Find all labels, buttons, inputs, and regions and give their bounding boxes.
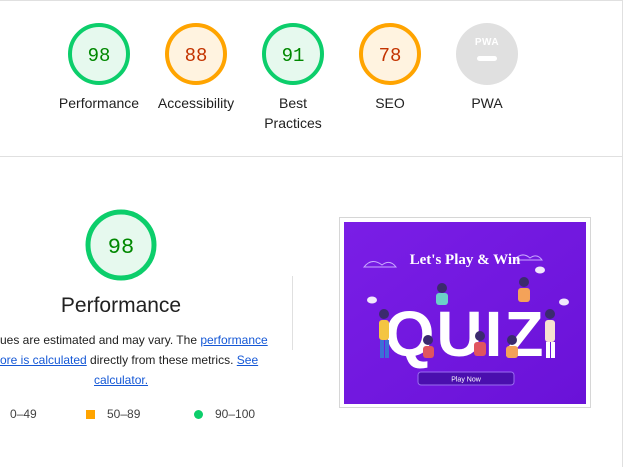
- gauge-best-practices-label-line1: Best: [278, 95, 307, 111]
- legend-fail: 0–49: [10, 407, 37, 421]
- play-now-label: Play Now: [451, 377, 482, 384]
- gauge-best-practices[interactable]: 91 Best Practices: [243, 21, 343, 133]
- legend-pass: 90–100: [194, 407, 255, 421]
- vertical-divider: [292, 276, 293, 350]
- gauge-performance[interactable]: 98 Performance: [49, 21, 149, 113]
- gauge-best-practices-score: 91: [282, 45, 305, 67]
- top-border: [0, 0, 623, 1]
- gauge-seo-ring: 78: [359, 23, 421, 85]
- gauge-best-practices-label: Best Practices: [243, 93, 343, 133]
- gauge-accessibility-score: 88: [185, 45, 208, 67]
- gauge-accessibility[interactable]: 88 Accessibility: [146, 21, 246, 113]
- see-calculator-link[interactable]: See: [237, 353, 258, 367]
- gauge-pwa[interactable]: PWA PWA: [437, 21, 537, 113]
- gauge-performance-label: Performance: [58, 95, 140, 111]
- desc-text-2: directly from these metrics.: [86, 353, 237, 367]
- gauge-seo[interactable]: 78 SEO: [340, 21, 440, 113]
- performance-big-gauge: 98: [85, 209, 157, 281]
- quiz-screenshot-image: Let's Play & Win QUIZ Play Now: [344, 222, 586, 404]
- average-square-icon: [86, 409, 95, 419]
- quiz-word: QUIZ: [385, 298, 546, 370]
- gauge-pwa-label: PWA: [471, 95, 503, 111]
- performance-big-score: 98: [108, 235, 134, 260]
- gauge-performance-score: 98: [88, 45, 111, 67]
- quiz-headline: Let's Play & Win: [410, 252, 521, 268]
- performance-title: Performance: [60, 294, 182, 317]
- legend-average-label: 50–89: [107, 407, 141, 421]
- calculator-link[interactable]: calculator.: [94, 373, 148, 387]
- performance-link[interactable]: performance: [200, 333, 267, 347]
- legend-pass-label: 90–100: [215, 407, 256, 421]
- pwa-icon: PWA: [456, 23, 518, 85]
- gauge-performance-ring: 98: [68, 23, 130, 85]
- score-calculated-link[interactable]: ore is calculated: [0, 353, 87, 367]
- gauge-seo-score: 78: [379, 45, 402, 67]
- gauge-accessibility-label: Accessibility: [157, 95, 235, 111]
- section-divider: [0, 156, 623, 157]
- legend-average: 50–89: [86, 407, 140, 421]
- gauge-seo-label: SEO: [375, 95, 405, 111]
- legend-fail-label: 0–49: [10, 407, 37, 421]
- gauge-best-practices-ring: 91: [262, 23, 324, 85]
- gauge-accessibility-ring: 88: [165, 23, 227, 85]
- pwa-badge-text: PWA: [475, 37, 499, 48]
- desc-text-1: ues are estimated and may vary. The: [0, 333, 201, 347]
- pwa-dash-icon: [477, 56, 497, 61]
- gauge-best-practices-label-line2: Practices: [264, 115, 322, 131]
- pass-circle-icon: [194, 409, 203, 419]
- final-screenshot-thumbnail[interactable]: Let's Play & Win QUIZ Play Now: [339, 217, 591, 408]
